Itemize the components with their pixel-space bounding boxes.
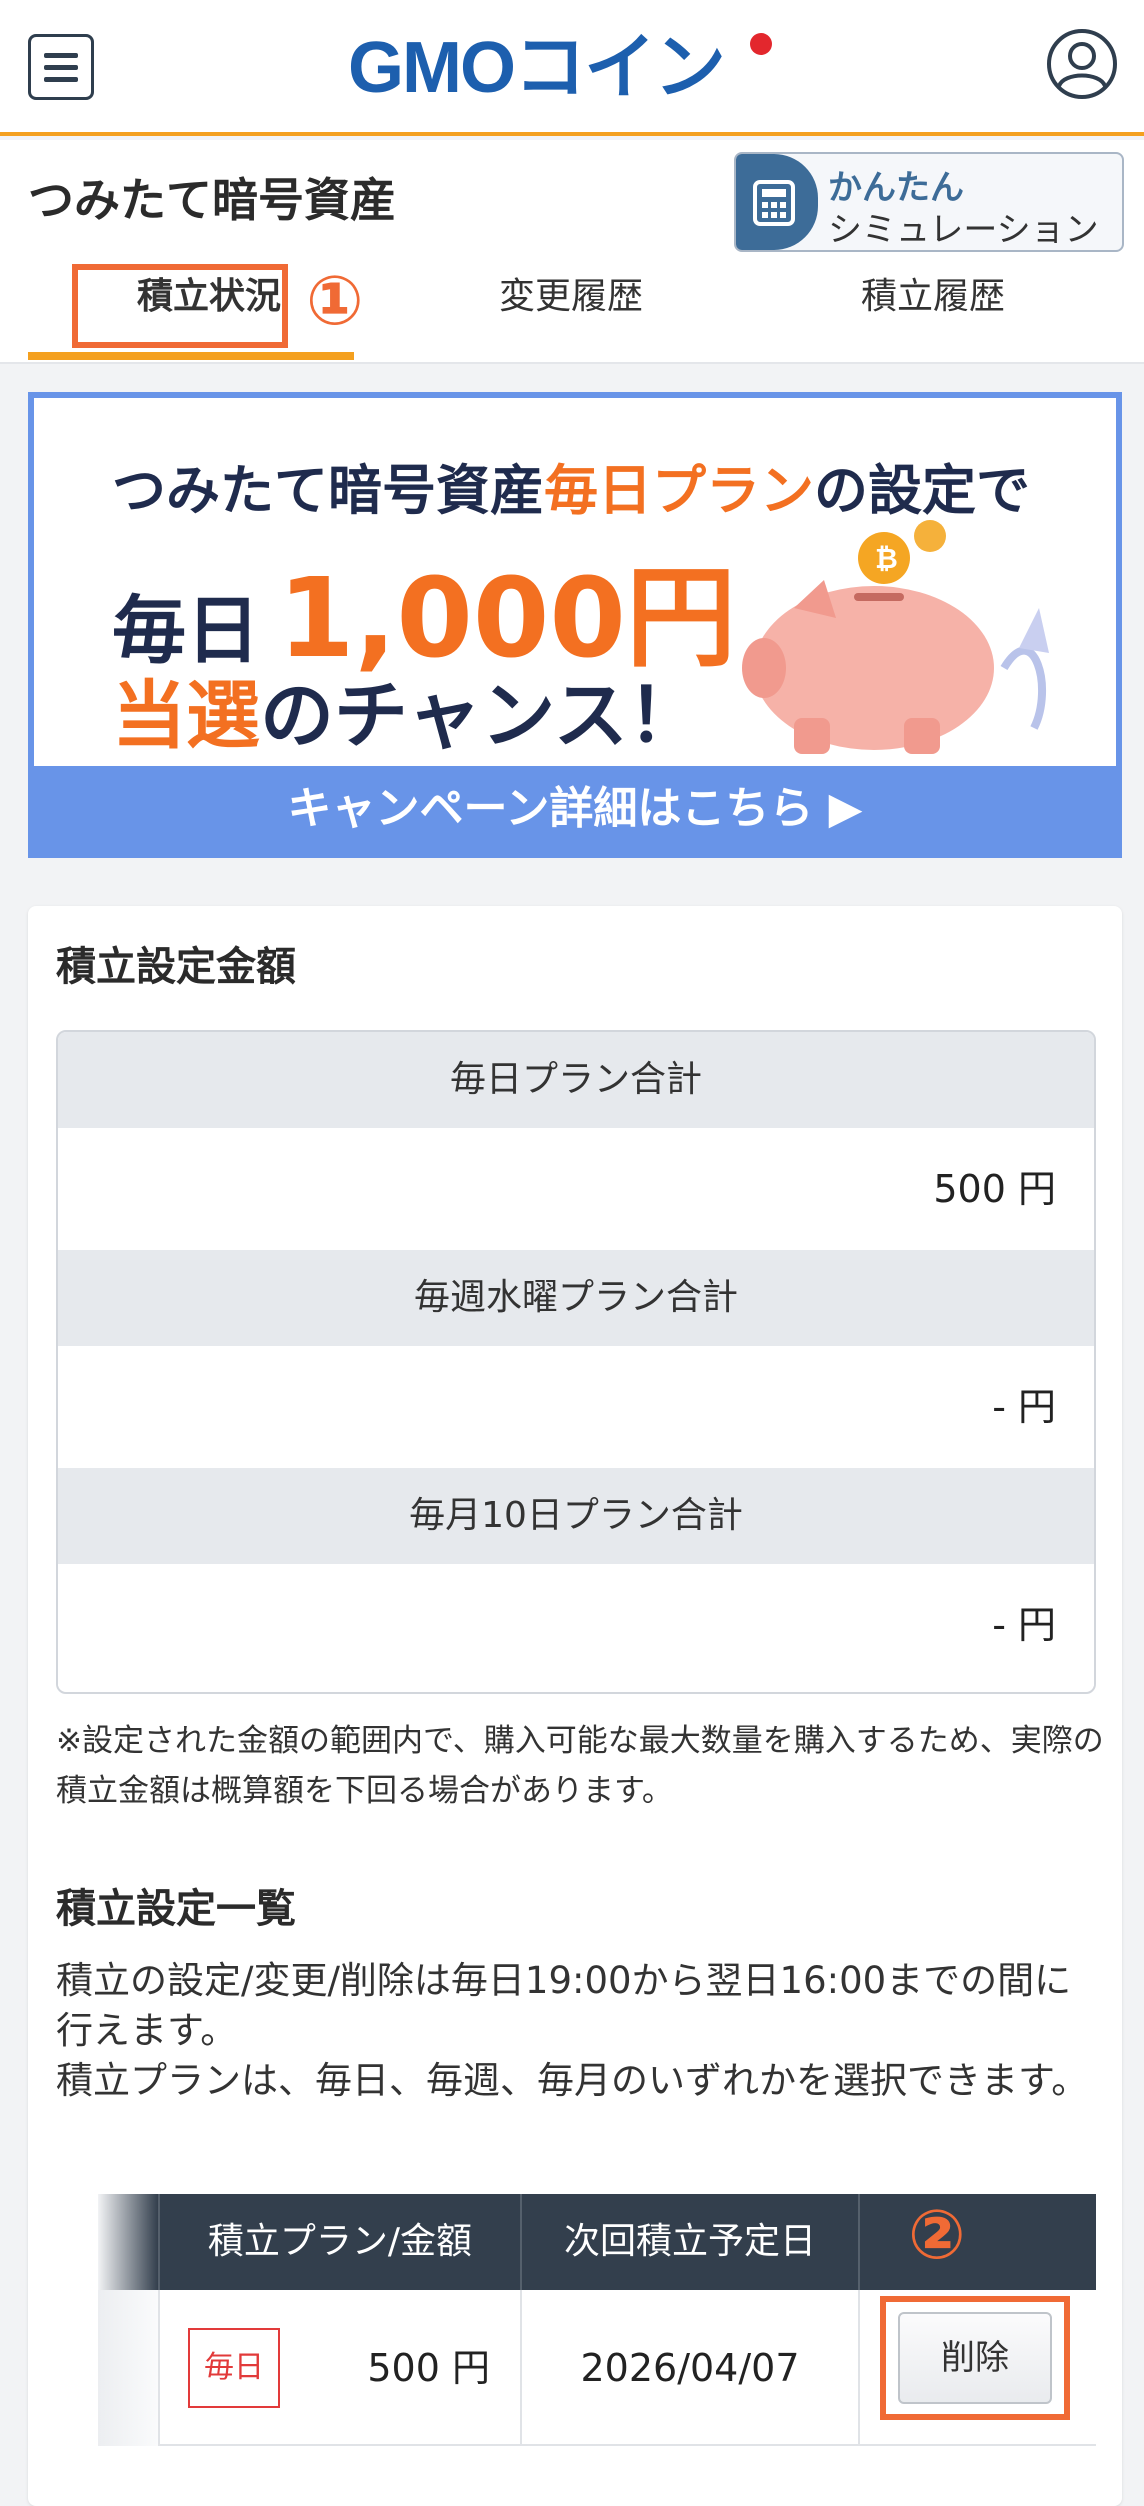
banner-chance: 当選のチャンス！ — [112, 673, 702, 759]
amount-section-title: 積立設定金額 — [56, 944, 296, 990]
annotation-box-1 — [72, 264, 288, 348]
row-scroll-shadow — [98, 2290, 158, 2446]
logo-text: GMOコイン — [348, 28, 724, 108]
plan-amount: 500 円 — [367, 2346, 490, 2390]
gmo-coin-logo[interactable]: GMOコイン — [348, 24, 798, 114]
campaign-banner[interactable]: つみたて暗号資産毎日プランの設定で 毎日 1,000円 当選のチャンス！ ₿ キャ… — [28, 392, 1122, 858]
annotation-marker-1: ① — [306, 262, 364, 341]
app-header: GMOコイン — [0, 0, 1144, 136]
hamburger-menu-icon[interactable] — [28, 34, 94, 100]
tab-accumulation-history[interactable]: 積立履歴 — [752, 266, 1114, 362]
cell-plan-amount: 毎日 500 円 — [158, 2290, 520, 2446]
annotation-marker-2: ② — [908, 2196, 966, 2275]
title-area: つみたて暗号資産 かんたん シミュレーション 積立状況 変更履歴 積立履歴 ① — [0, 140, 1144, 364]
tab-change-history[interactable]: 変更履歴 — [390, 266, 752, 362]
table-row-partial — [98, 2446, 1096, 2506]
piggy-bank-illustration: ₿ — [742, 520, 1049, 754]
weekly-plan-total-value: - 円 — [58, 1346, 1094, 1468]
cell-next-date: 2026/04/07 — [520, 2290, 858, 2446]
settings-description: 積立の設定/変更/削除は毎日19:00から翌日16:00までの間に行えます。 積… — [56, 1956, 1106, 2106]
settings-desc-2: 積立プランは、毎日、毎週、毎月のいずれかを選択できます。 — [56, 2059, 1089, 2102]
simulation-button[interactable]: かんたん シミュレーション — [734, 152, 1124, 252]
banner-headline: つみたて暗号資産毎日プランの設定で — [112, 459, 1030, 522]
user-account-icon[interactable] — [1046, 28, 1118, 100]
monthly-plan-total-label: 毎月10日プラン合計 — [58, 1468, 1094, 1564]
weekly-plan-total-label: 毎週水曜プラン合計 — [58, 1250, 1094, 1346]
table-scroll-shadow — [98, 2194, 158, 2290]
amount-note: ※設定された金額の範囲内で、購入可能な最大数量を購入するため、実際の積立金額は概… — [56, 1723, 1104, 1809]
amount-table: 毎日プラン合計 500 円 毎週水曜プラン合計 - 円 毎月10日プラン合計 -… — [56, 1030, 1096, 1694]
monthly-plan-total-value: - 円 — [58, 1564, 1094, 1686]
settings-section-title: 積立設定一覧 — [56, 1886, 296, 1932]
simulation-label-2: シミュレーション — [828, 210, 1099, 250]
content-card: 積立設定金額 毎日プラン合計 500 円 毎週水曜プラン合計 - 円 毎月10日… — [28, 906, 1122, 2506]
table-row: 毎日 500 円 2026/04/07 削除 — [98, 2290, 1096, 2446]
page-title: つみたて暗号資産 — [28, 173, 396, 227]
campaign-details-link[interactable]: キャンペーン詳細はこちら ▶ — [34, 766, 1116, 852]
logo-red-dot — [750, 33, 772, 55]
settings-desc-1: 積立の設定/変更/削除は毎日19:00から翌日16:00までの間に行えます。 — [56, 1959, 1072, 2052]
column-action — [858, 2194, 1096, 2290]
active-tab-underline — [28, 352, 354, 360]
next-date: 2026/04/07 — [580, 2346, 800, 2390]
daily-plan-total-label: 毎日プラン合計 — [58, 1032, 1094, 1128]
settings-table: 積立プラン/金額 次回積立予定日 毎日 500 円 2026/04/07 削除 … — [98, 2194, 1096, 2506]
annotation-box-2: 削除 — [880, 2296, 1070, 2420]
daily-plan-total-value: 500 円 — [58, 1128, 1094, 1250]
plan-badge: 毎日 — [188, 2328, 280, 2408]
cell-action: 削除 — [858, 2290, 1096, 2446]
svg-text:₿: ₿ — [875, 542, 898, 575]
calculator-icon — [736, 154, 818, 250]
column-plan-amount: 積立プラン/金額 — [158, 2194, 520, 2290]
delete-button[interactable]: 削除 — [898, 2312, 1052, 2404]
column-next-date: 次回積立予定日 — [520, 2194, 858, 2290]
